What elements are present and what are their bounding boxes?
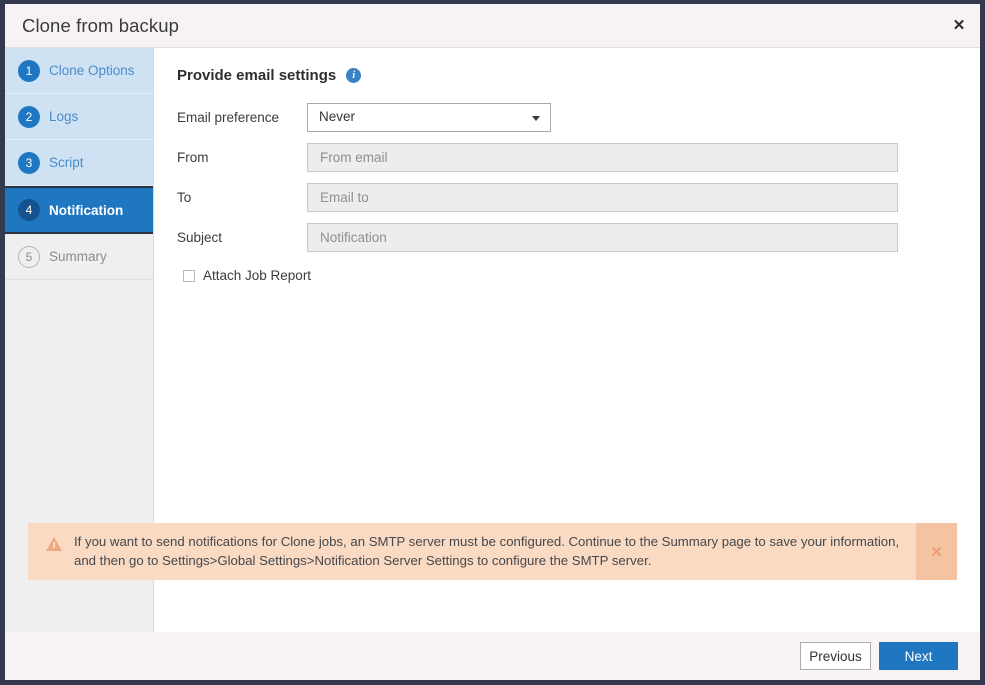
sidebar-item-summary[interactable]: 5 Summary — [5, 234, 153, 280]
smtp-warning-text: If you want to send notifications for Cl… — [74, 532, 916, 570]
sidebar-item-label: Summary — [49, 249, 107, 264]
subject-row: Subject — [177, 223, 947, 252]
attach-job-report-checkbox[interactable] — [183, 270, 195, 282]
subject-label: Subject — [177, 230, 307, 245]
email-settings-form: Email preference Never From To Subject — [177, 103, 947, 283]
email-preference-select[interactable]: Never — [307, 103, 551, 132]
step-number-badge: 4 — [18, 199, 40, 221]
sidebar-item-label: Notification — [49, 203, 123, 218]
attach-job-report-row: Attach Job Report — [177, 268, 947, 283]
smtp-warning-banner: If you want to send notifications for Cl… — [28, 523, 957, 580]
dialog-title: Clone from backup — [22, 15, 179, 37]
subject-input[interactable] — [307, 223, 898, 252]
step-number-badge: 3 — [18, 152, 40, 174]
from-row: From — [177, 143, 947, 172]
to-row: To — [177, 183, 947, 212]
sidebar-item-label: Logs — [49, 109, 78, 124]
email-preference-row: Email preference Never — [177, 103, 947, 132]
attach-job-report-label[interactable]: Attach Job Report — [203, 268, 311, 283]
sidebar-item-notification[interactable]: 4 Notification — [5, 186, 153, 234]
email-preference-value: Never — [319, 109, 355, 124]
chevron-down-icon — [532, 116, 540, 121]
next-button[interactable]: Next — [879, 642, 958, 670]
to-label: To — [177, 190, 307, 205]
dialog-footer: Previous Next — [5, 632, 980, 680]
to-email-input[interactable] — [307, 183, 898, 212]
previous-button[interactable]: Previous — [800, 642, 871, 670]
step-number-badge: 5 — [18, 246, 40, 268]
sidebar-item-logs[interactable]: 2 Logs — [5, 94, 153, 140]
page-title-text: Provide email settings — [177, 67, 336, 84]
close-icon[interactable]: ✕ — [946, 13, 972, 39]
warning-icon — [46, 537, 62, 551]
sidebar-item-clone-options[interactable]: 1 Clone Options — [5, 48, 153, 94]
sidebar-item-label: Script — [49, 155, 84, 170]
sidebar-item-label: Clone Options — [49, 63, 135, 78]
step-number-badge: 1 — [18, 60, 40, 82]
step-number-badge: 2 — [18, 106, 40, 128]
info-icon[interactable]: i — [346, 68, 361, 83]
from-label: From — [177, 150, 307, 165]
sidebar-item-script[interactable]: 3 Script — [5, 140, 153, 186]
email-preference-label: Email preference — [177, 110, 307, 125]
dialog-titlebar: Clone from backup ✕ — [5, 4, 980, 48]
banner-close-icon[interactable]: ✕ — [916, 523, 957, 580]
clone-from-backup-dialog: Clone from backup ✕ 1 Clone Options 2 Lo… — [0, 0, 985, 685]
from-email-input[interactable] — [307, 143, 898, 172]
page-title: Provide email settings i — [177, 67, 361, 84]
